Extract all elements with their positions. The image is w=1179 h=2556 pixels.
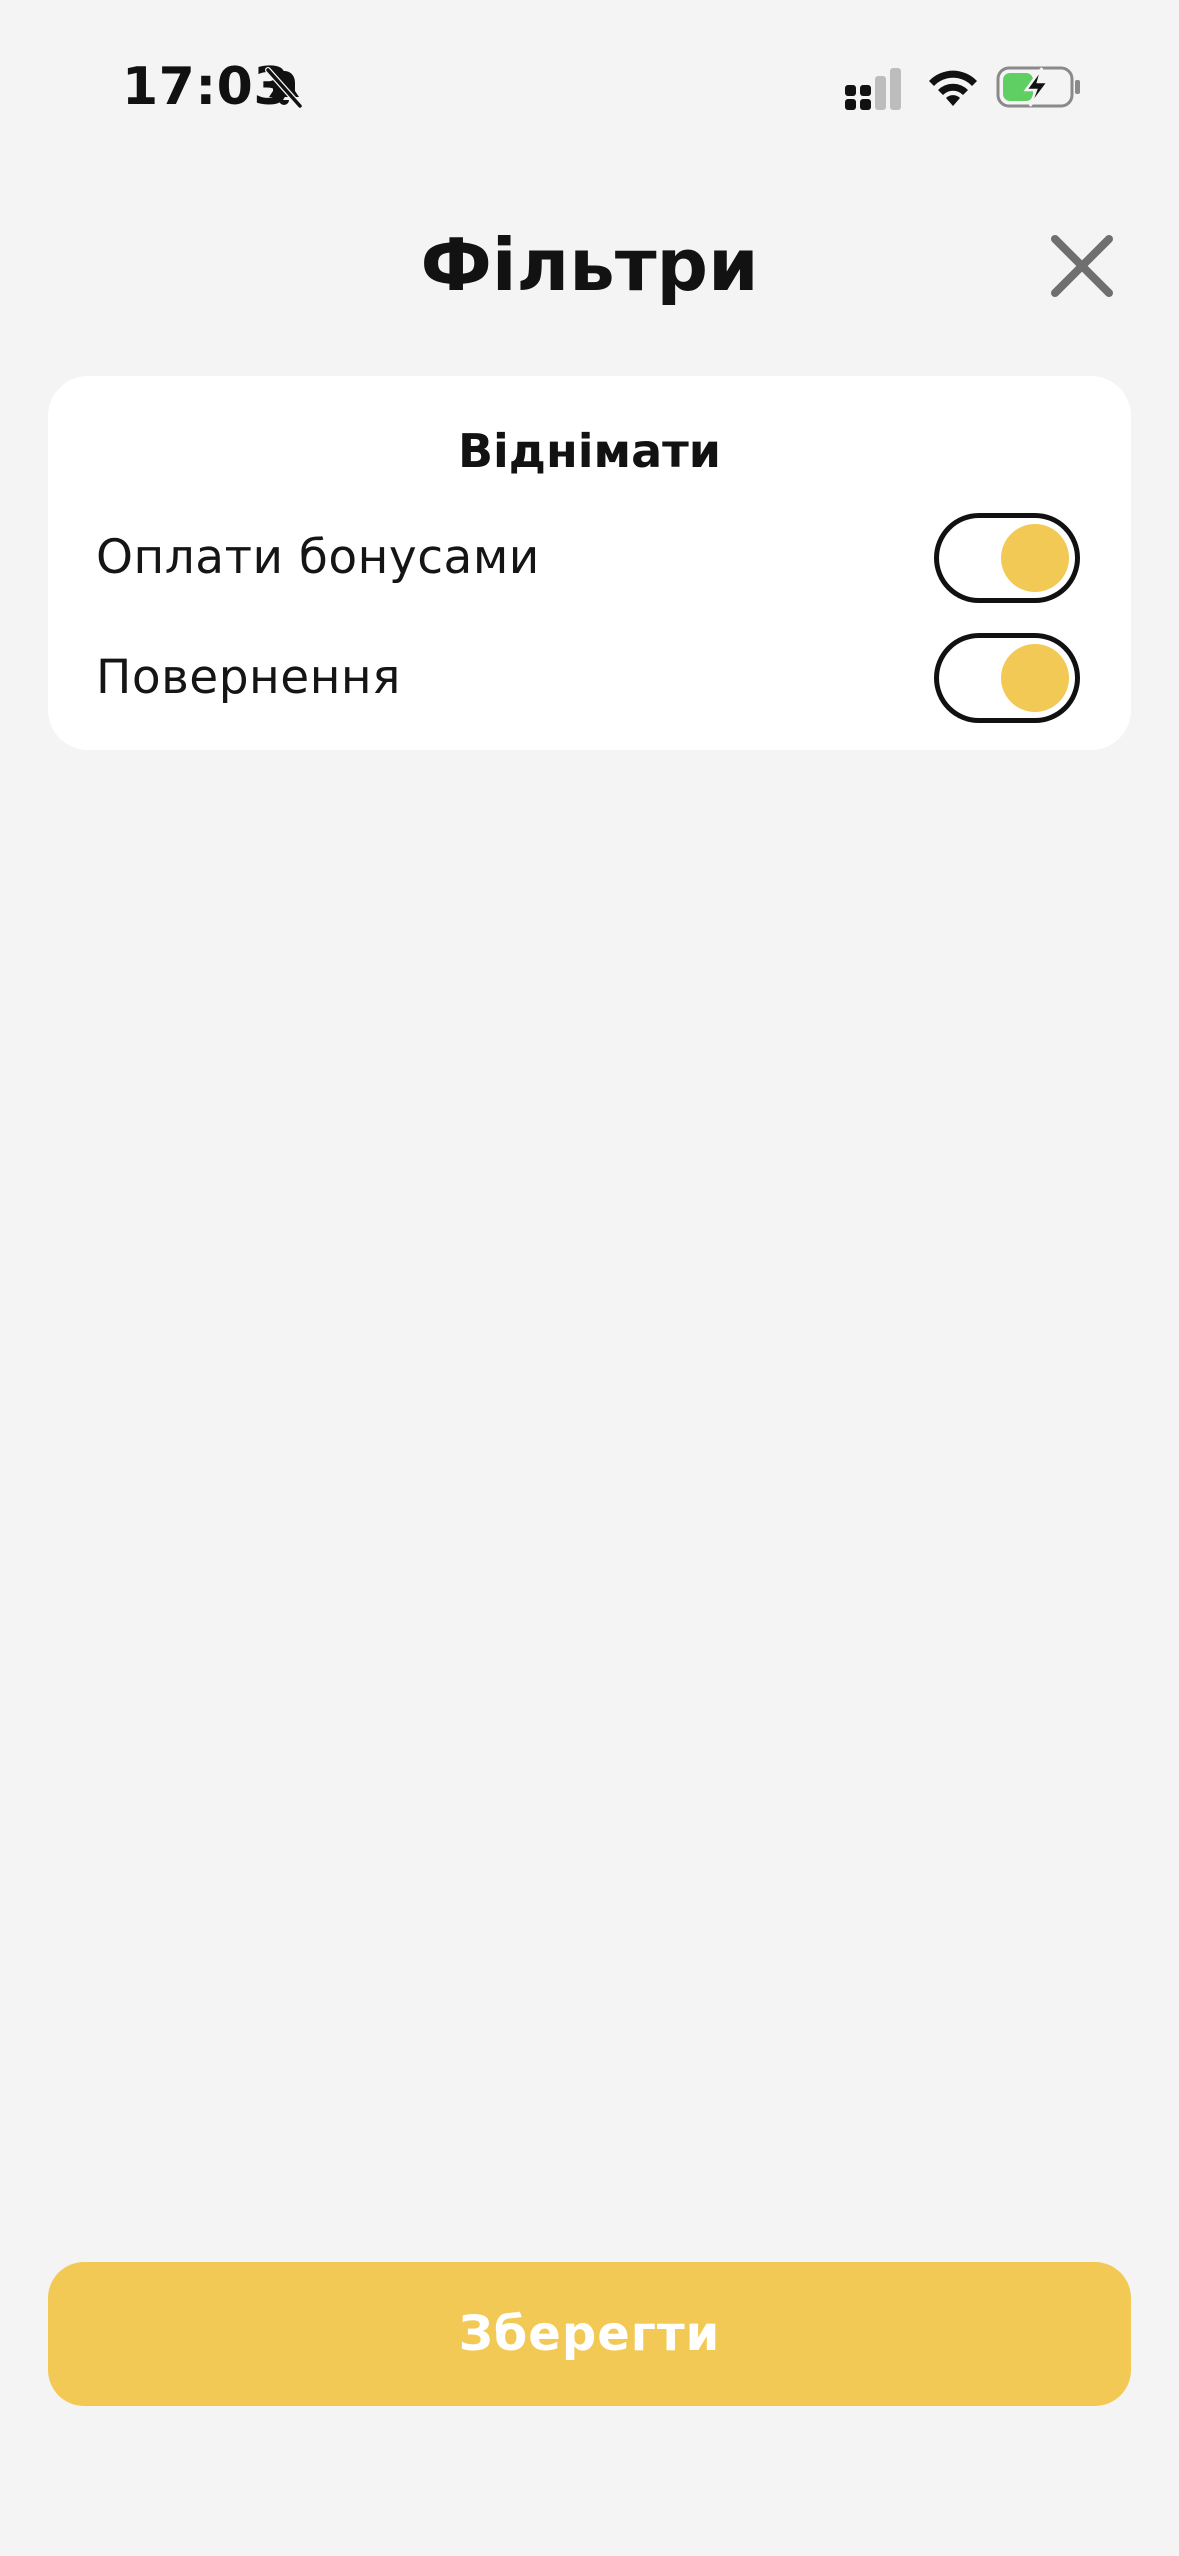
battery-charging-icon <box>996 66 1080 108</box>
section-title: Віднімати <box>457 424 722 478</box>
toggle-knob <box>1001 644 1069 712</box>
filter-row-returns: Повернення <box>48 633 1131 723</box>
close-icon <box>1051 235 1113 297</box>
returns-toggle[interactable] <box>934 633 1080 723</box>
filter-label: Повернення <box>96 650 401 705</box>
toggle-knob <box>1001 524 1069 592</box>
filter-row-bonus-payments: Оплати бонусами <box>48 513 1131 603</box>
filter-card: Віднімати Оплати бонусами Повернення <box>48 376 1131 750</box>
page-title: Фільтри <box>420 223 759 307</box>
bonus-payments-toggle[interactable] <box>934 513 1080 603</box>
filters-screen: 17:03 Фільтри Віднімати Оплати бонусами … <box>0 0 1179 2556</box>
bell-slash-icon <box>265 67 303 109</box>
status-bar: 17:03 <box>0 0 1179 170</box>
save-button[interactable]: Зберегти <box>48 2262 1131 2406</box>
cellular-signal-icon <box>845 68 901 110</box>
close-button[interactable] <box>1040 224 1124 308</box>
wifi-icon <box>929 70 977 106</box>
filter-label: Оплати бонусами <box>96 530 540 585</box>
